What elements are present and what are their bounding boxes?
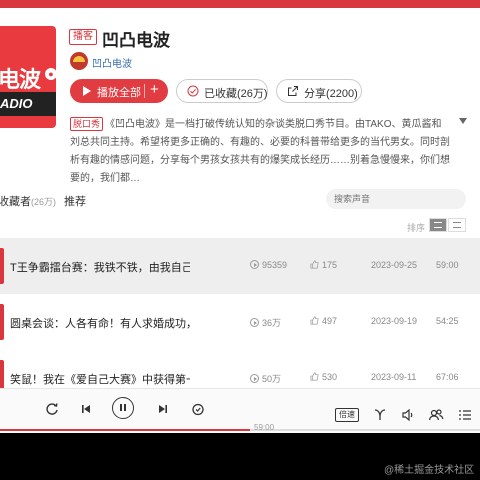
- episode-thumbnail: [0, 304, 4, 340]
- episode-duration: 54:25: [436, 316, 459, 326]
- episode-date: 2023-09-19: [371, 316, 418, 326]
- top-bar: [0, 0, 480, 8]
- play-icon: [83, 86, 91, 96]
- episode-plays: 95359: [250, 260, 287, 270]
- next-icon[interactable]: [155, 401, 171, 417]
- tab-recommend[interactable]: 推荐: [64, 193, 86, 209]
- prev-icon[interactable]: [78, 401, 94, 417]
- episode-likes: 530: [310, 372, 337, 382]
- play-all-label: 播放全部: [97, 87, 141, 99]
- likes-count: 497: [322, 316, 338, 326]
- progress-bar[interactable]: [0, 429, 480, 431]
- watermark: @稀土掘金技术社区: [384, 465, 475, 476]
- author-name[interactable]: 凹凸电波: [92, 55, 132, 70]
- speed-button[interactable]: 倍速: [335, 408, 359, 422]
- show-description: 脱口秀 《凹凸电波》是一档打破传统认知的杂谈类脱口秀节目。由TAKO、黄瓜酱和刘总…: [70, 116, 450, 188]
- sort-ascending-button[interactable]: [448, 218, 466, 232]
- share-label: 分享(2200): [304, 88, 358, 100]
- episode-likes: 175: [310, 260, 337, 270]
- plays-count: 95359: [262, 260, 288, 270]
- cover-subtitle: ADIO: [0, 96, 33, 111]
- likes-count: 175: [322, 260, 338, 270]
- progress-fill: [0, 429, 250, 431]
- tab-collectors-count: (26万): [31, 197, 57, 207]
- episode-plays: 36万: [250, 316, 281, 329]
- podcast-page: 电波 ● ADIO 播客 凹凸电波 凹凸电波 播放全部 + 已收藏(26万) 分…: [0, 0, 480, 433]
- episode-title[interactable]: T王争霸擂台赛：我铁不铁，由我自己…: [10, 259, 190, 275]
- episode-title[interactable]: 圆桌会谈：人各有命！有人求婚成功，…: [10, 315, 190, 331]
- sort-desc-icon: [434, 222, 442, 228]
- like-icon: [310, 316, 319, 325]
- list-item[interactable]: T王争霸擂台赛：我铁不铁，由我自己… 95359 175 2023-09-25 …: [0, 238, 480, 294]
- play-all-button[interactable]: 播放全部 +: [70, 79, 168, 103]
- plays-count: 50万: [262, 374, 282, 384]
- list-item[interactable]: 圆桌会谈：人各有命！有人求婚成功，… 36万 497 2023-09-19 54…: [0, 294, 480, 350]
- cover-art[interactable]: 电波 ● ADIO: [0, 26, 56, 128]
- expand-description-icon[interactable]: [459, 118, 467, 124]
- together-icon[interactable]: [428, 407, 444, 423]
- episode-thumbnail: [0, 248, 4, 284]
- plays-icon: [250, 318, 259, 327]
- description-text: 《凹凸电波》是一档打破传统认知的杂谈类脱口秀节目。由TAKO、黄瓜酱和刘总共同主…: [70, 119, 450, 184]
- share-icon: [288, 86, 298, 96]
- episode-duration: 67:06: [436, 372, 459, 382]
- share-button[interactable]: 分享(2200): [276, 79, 362, 103]
- loop-icon[interactable]: [44, 401, 60, 417]
- plays-count: 36万: [262, 318, 282, 328]
- episode-plays: 50万: [250, 372, 281, 385]
- category-tag[interactable]: 脱口秀: [70, 117, 104, 131]
- episode-title[interactable]: 笑鼠！我在《爱自己大赛》中获得第一…: [10, 371, 190, 387]
- cover-badge-icon: ●: [45, 68, 56, 80]
- tab-collectors-label: 收藏者: [0, 196, 31, 208]
- player-bar: 59:00 倍速: [0, 388, 480, 433]
- like-icon: [310, 260, 319, 269]
- plays-icon: [250, 374, 259, 383]
- total-time: 59:00: [254, 423, 275, 432]
- episode-duration: 59:00: [436, 260, 459, 270]
- podcast-tag: 播客: [69, 29, 97, 45]
- add-to-playlist-icon[interactable]: +: [150, 81, 159, 98]
- sort-asc-icon: [453, 222, 461, 228]
- tab-collectors[interactable]: 收藏者(26万): [0, 193, 56, 209]
- episode-date: 2023-09-11: [371, 372, 417, 382]
- likes-count: 530: [322, 372, 338, 382]
- collected-check-icon: [187, 85, 199, 97]
- playlist-icon[interactable]: [457, 407, 473, 423]
- sort-label: 排序: [407, 223, 426, 233]
- plays-icon: [250, 260, 259, 269]
- like-icon: [310, 372, 319, 381]
- collected-button[interactable]: 已收藏(26万): [176, 79, 268, 103]
- volume-icon[interactable]: [400, 407, 416, 423]
- pause-icon[interactable]: [112, 397, 134, 419]
- show-title: 凹凸电波: [102, 31, 170, 50]
- timer-icon[interactable]: [190, 401, 206, 417]
- button-divider: [144, 84, 145, 98]
- author-avatar[interactable]: [70, 52, 88, 70]
- episode-likes: 497: [310, 316, 337, 326]
- sort-descending-button[interactable]: [429, 218, 447, 232]
- search-input[interactable]: [326, 189, 466, 209]
- episode-date: 2023-09-25: [371, 260, 418, 270]
- cover-title: 电波: [0, 67, 41, 92]
- collected-label: 已收藏(26万): [204, 88, 268, 100]
- sound-effect-icon[interactable]: [372, 407, 388, 423]
